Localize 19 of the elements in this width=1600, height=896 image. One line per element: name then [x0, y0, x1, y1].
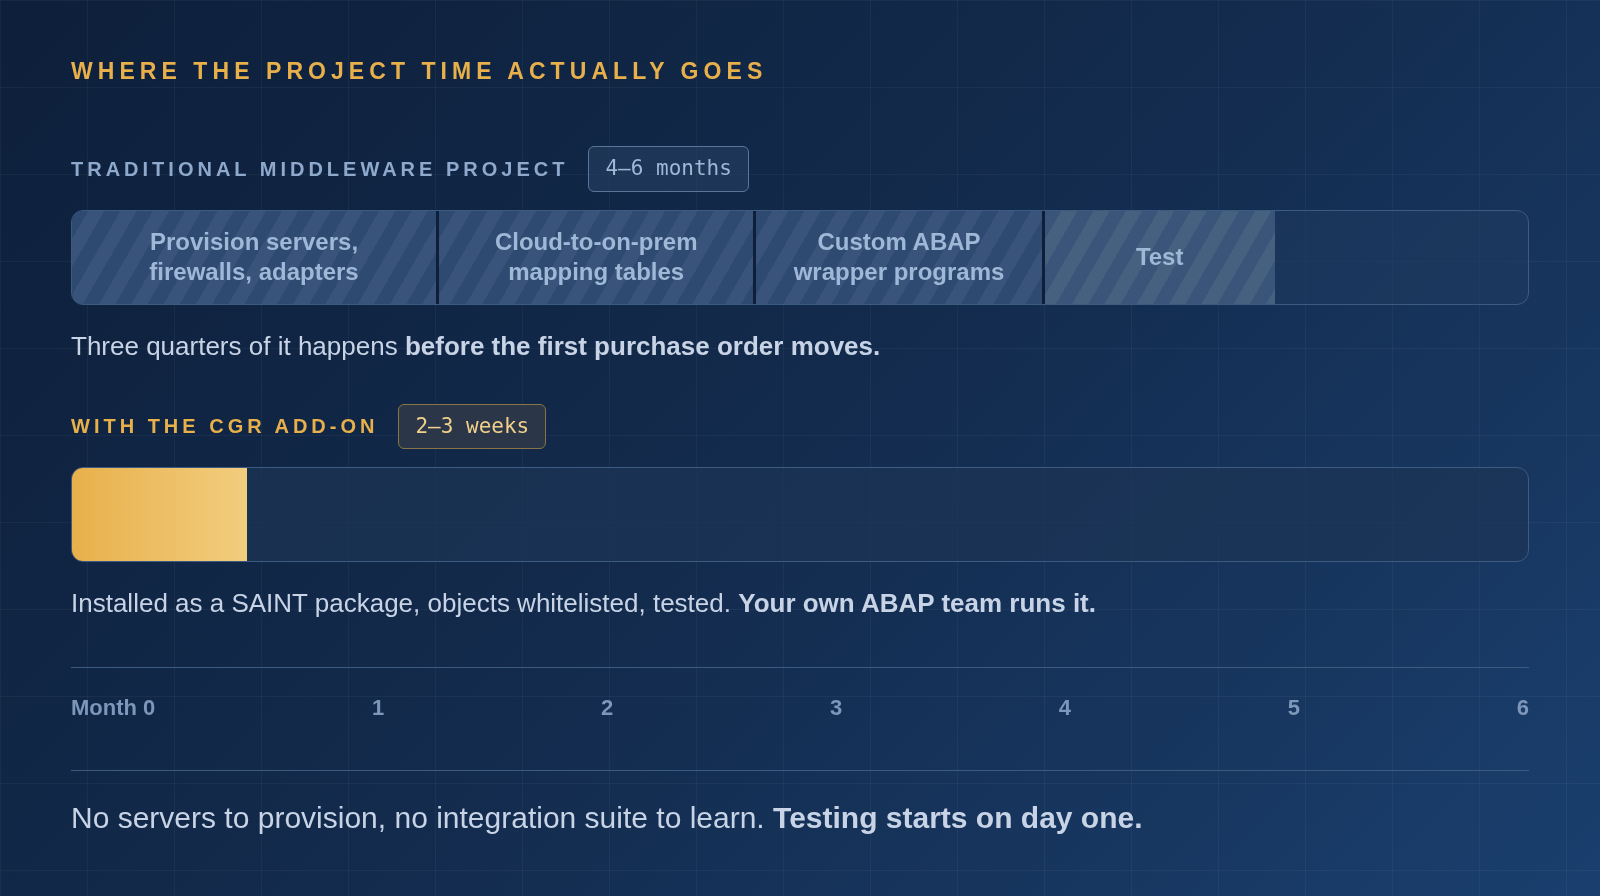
axis-label: 6	[1516, 694, 1529, 722]
axis-label: Month 0	[71, 694, 156, 722]
section-label: TRADITIONAL MIDDLEWARE PROJECT	[71, 156, 569, 182]
note-text: Installed as a SAINT package, objects whitelisted, tested. Your own ABAP team runs it.	[71, 587, 1097, 620]
phase-segment: Provision servers, firewalls, adapters	[72, 210, 436, 304]
section-label: WITH THE CGR ADD-ON	[71, 414, 379, 440]
duration-badge: 4–6 months	[588, 146, 749, 192]
phase-segment: Cloud-to-on-prem mapping tables	[436, 210, 754, 304]
summary-text: No servers to provision, no integration suite to learn. Testing starts on day one.	[71, 800, 1144, 836]
phase-segment: Test	[1041, 210, 1275, 304]
axis-label: 1	[372, 694, 385, 722]
axis-label: 4	[1058, 694, 1072, 722]
duration-badge: 2–3 weeks	[398, 403, 547, 449]
axis-label: 3	[829, 694, 843, 722]
axis-label: 2	[600, 694, 614, 722]
axis-label: 5	[1287, 694, 1300, 722]
note-text: Three quarters of it happens before the first purchase order moves.	[71, 329, 882, 363]
phase-segment: Custom ABAP wrapper programs	[753, 210, 1042, 304]
section-title: WHERE THE PROJECT TIME ACTUALLY GOES	[71, 57, 769, 86]
